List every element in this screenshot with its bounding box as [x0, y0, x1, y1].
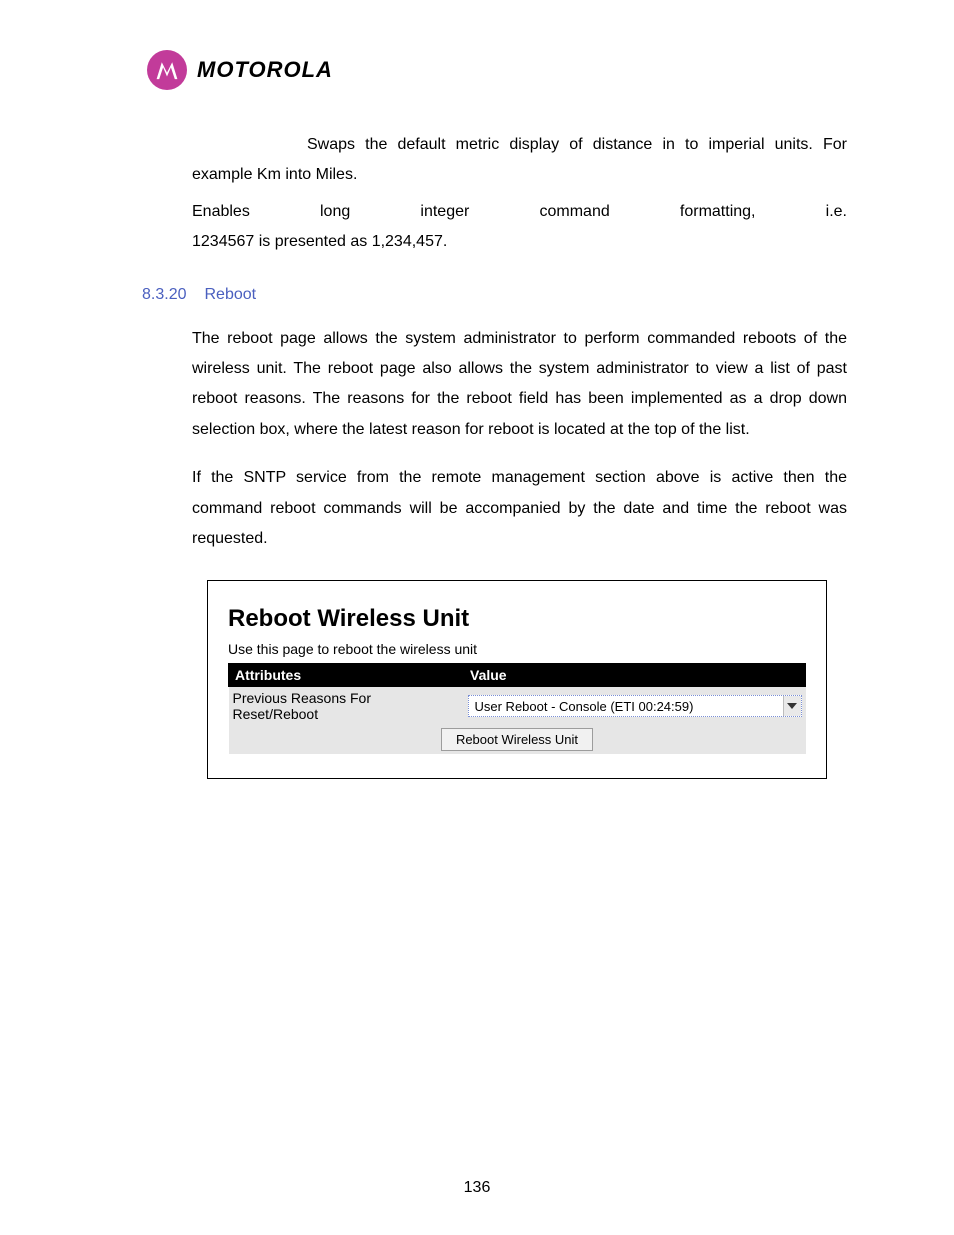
para2-rest: 1234567 is presented as 1,234,457. — [192, 233, 447, 250]
screenshot-title: Reboot Wireless Unit — [228, 605, 806, 633]
section-title: Reboot — [204, 286, 256, 304]
paragraph-metric-display: Swaps the default metric display of dist… — [192, 130, 847, 191]
screenshot-subtitle: Use this page to reboot the wireless uni… — [228, 641, 806, 657]
table-header-row: Attributes Value — [229, 664, 806, 687]
select-value-text: User Reboot - Console (ETI 00:24:59) — [469, 696, 783, 716]
col-header-attributes: Attributes — [229, 664, 464, 687]
brand-wordmark: MOTOROLA — [197, 57, 333, 83]
para2-lead: Enables long integer command formatting,… — [192, 197, 847, 227]
section-heading-row: 8.3.20 Reboot — [142, 286, 847, 304]
embedded-screenshot: Reboot Wireless Unit Use this page to re… — [207, 580, 827, 779]
attributes-table: Attributes Value Previous Reasons For Re… — [228, 663, 806, 754]
paragraph-sntp-note: If the SNTP service from the remote mana… — [192, 463, 847, 554]
row-label: Previous Reasons For Reset/Reboot — [229, 687, 464, 726]
paragraph-reboot-description: The reboot page allows the system admini… — [192, 324, 847, 446]
page-number: 136 — [0, 1179, 954, 1197]
button-row: Reboot Wireless Unit — [229, 725, 806, 754]
chevron-down-icon — [783, 696, 801, 716]
reboot-wireless-unit-button[interactable]: Reboot Wireless Unit — [441, 728, 593, 751]
previous-reasons-select[interactable]: User Reboot - Console (ETI 00:24:59) — [468, 695, 802, 717]
document-page: MOTOROLA Swaps the default metric displa… — [0, 0, 954, 1235]
section-number: 8.3.20 — [142, 286, 186, 304]
row-value-cell: User Reboot - Console (ETI 00:24:59) — [464, 687, 806, 726]
table-row: Previous Reasons For Reset/Reboot User R… — [229, 687, 806, 726]
brand-header: MOTOROLA — [147, 50, 847, 90]
motorola-logo-icon — [147, 50, 187, 90]
paragraph-long-integer: Enables long integer command formatting,… — [192, 197, 847, 258]
col-header-value: Value — [464, 664, 806, 687]
